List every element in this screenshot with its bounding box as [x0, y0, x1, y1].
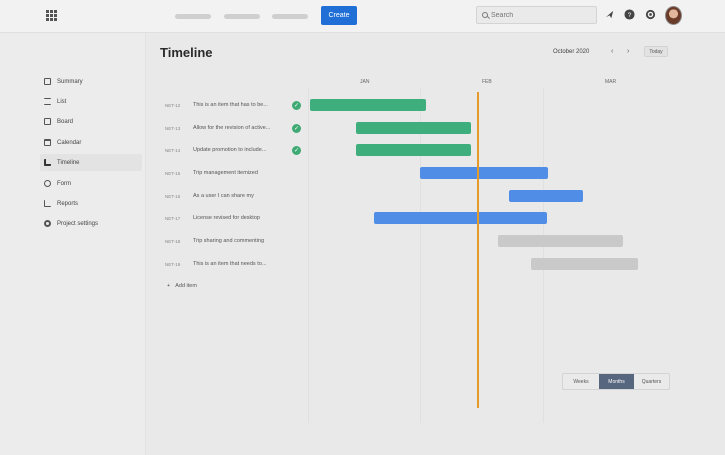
- page-title: Timeline: [160, 45, 213, 60]
- apps-icon[interactable]: [46, 10, 57, 21]
- month-header: JAN: [360, 79, 370, 85]
- create-button[interactable]: Create: [321, 6, 357, 25]
- search-input[interactable]: [491, 11, 591, 19]
- avatar[interactable]: [665, 6, 682, 25]
- plus-icon: +: [167, 283, 171, 289]
- timeline-bar[interactable]: [374, 212, 547, 224]
- issue-key: NET-15: [165, 170, 181, 176]
- sidebar-item-label: Project settings: [57, 220, 99, 227]
- view-option-months[interactable]: Months: [599, 374, 634, 389]
- sidebar-item-summary[interactable]: Summary: [40, 73, 142, 90]
- grid-line: [543, 88, 544, 423]
- sidebar-item-calendar[interactable]: Calendar: [40, 134, 142, 151]
- list-item[interactable]: NET-12 This is an item that has to be...…: [165, 99, 301, 111]
- list-item[interactable]: NET-18 Trip sharing and commenting: [165, 235, 301, 247]
- sidebar-item-label: Reports: [57, 200, 79, 207]
- top-bar: Create ?: [0, 0, 725, 33]
- issue-key: NET-12: [165, 102, 181, 108]
- list-item[interactable]: NET-19 This is an item that needs to...: [165, 258, 301, 270]
- sidebar-item-label: Calendar: [57, 139, 82, 146]
- issue-key: NET-13: [165, 125, 181, 131]
- sidebar-item-form[interactable]: Form: [40, 175, 142, 192]
- settings-icon[interactable]: [645, 9, 656, 20]
- view-switcher: Weeks Months Quarters: [562, 373, 670, 390]
- search-icon: [482, 12, 488, 18]
- sidebar-item-list[interactable]: List: [40, 93, 142, 110]
- form-icon: [44, 180, 51, 187]
- reports-icon: [44, 200, 51, 207]
- list-item[interactable]: NET-13 Allow for the revision of active.…: [165, 122, 301, 134]
- search-box[interactable]: [476, 6, 597, 24]
- list-item[interactable]: NET-17 License revised for desktop: [165, 212, 301, 224]
- issue-summary: Trip management itemized: [193, 170, 258, 176]
- calendar-icon: [44, 139, 51, 146]
- month-header: FEB: [482, 79, 492, 85]
- list-item[interactable]: NET-14 Update promotion to include... ✓: [165, 144, 301, 156]
- sidebar-item-label: List: [57, 98, 67, 105]
- sidebar-item-label: Timeline: [57, 159, 80, 166]
- timeline-bar[interactable]: [498, 235, 623, 247]
- timeline-bar[interactable]: [531, 258, 638, 270]
- month-header: MAR: [605, 79, 617, 85]
- issue-key: NET-17: [165, 215, 181, 221]
- sidebar-item-label: Board: [57, 118, 74, 125]
- issue-key: NET-16: [165, 193, 181, 199]
- help-icon[interactable]: ?: [624, 9, 635, 20]
- list-item[interactable]: NET-16 As a user I can share my: [165, 190, 301, 202]
- nav-item-placeholder[interactable]: [175, 14, 211, 19]
- nav-item-placeholder[interactable]: [224, 14, 260, 19]
- sidebar-item-label: Form: [57, 180, 71, 187]
- timeline-bar[interactable]: [356, 122, 471, 134]
- sidebar-item-board[interactable]: Board: [40, 113, 142, 130]
- sidebar: Summary List Board Calendar Timeline For…: [0, 34, 146, 455]
- add-item-button[interactable]: + Add item: [167, 283, 197, 289]
- view-option-weeks[interactable]: Weeks: [563, 374, 599, 389]
- current-month-label: October 2020: [553, 49, 590, 55]
- timeline-bar[interactable]: [310, 99, 426, 111]
- issue-summary: Allow for the revision of active...: [193, 125, 271, 131]
- next-month-button[interactable]: ›: [627, 48, 629, 55]
- issue-key: NET-14: [165, 147, 181, 153]
- issue-summary: This is an item that needs to...: [193, 261, 267, 267]
- check-icon: ✓: [292, 123, 301, 133]
- issue-summary: This is an item that has to be...: [193, 102, 268, 108]
- sidebar-item-project-settings[interactable]: Project settings: [40, 215, 142, 232]
- notification-icon[interactable]: [604, 9, 615, 20]
- issue-key: NET-19: [165, 261, 181, 267]
- list-icon: [44, 98, 51, 105]
- issue-summary: License revised for desktop: [193, 215, 260, 221]
- sidebar-item-reports[interactable]: Reports: [40, 195, 142, 212]
- check-icon: ✓: [292, 145, 301, 155]
- issue-summary: As a user I can share my: [193, 193, 254, 199]
- today-marker: [477, 92, 479, 408]
- board-icon: [44, 118, 51, 125]
- timeline-bar[interactable]: [420, 167, 548, 179]
- previous-month-button[interactable]: ‹: [611, 48, 613, 55]
- svg-text:?: ?: [628, 12, 632, 19]
- issue-summary: Trip sharing and commenting: [193, 238, 265, 244]
- timeline-bar[interactable]: [509, 190, 583, 202]
- grid-line: [420, 88, 421, 423]
- grid-line: [308, 88, 309, 423]
- timeline-bar[interactable]: [356, 144, 471, 156]
- timeline-icon: [44, 159, 51, 166]
- issue-summary: Update promotion to include...: [193, 147, 267, 153]
- nav-item-placeholder[interactable]: [272, 14, 308, 19]
- settings-icon: [44, 220, 51, 227]
- summary-icon: [44, 78, 51, 85]
- check-icon: ✓: [292, 100, 301, 110]
- sidebar-item-timeline[interactable]: Timeline: [40, 154, 142, 171]
- add-item-label: Add item: [175, 283, 197, 289]
- list-item[interactable]: NET-15 Trip management itemized: [165, 167, 301, 179]
- view-option-quarters[interactable]: Quarters: [634, 374, 669, 389]
- issue-key: NET-18: [165, 238, 181, 244]
- today-button[interactable]: Today: [644, 46, 668, 57]
- sidebar-item-label: Summary: [57, 78, 83, 85]
